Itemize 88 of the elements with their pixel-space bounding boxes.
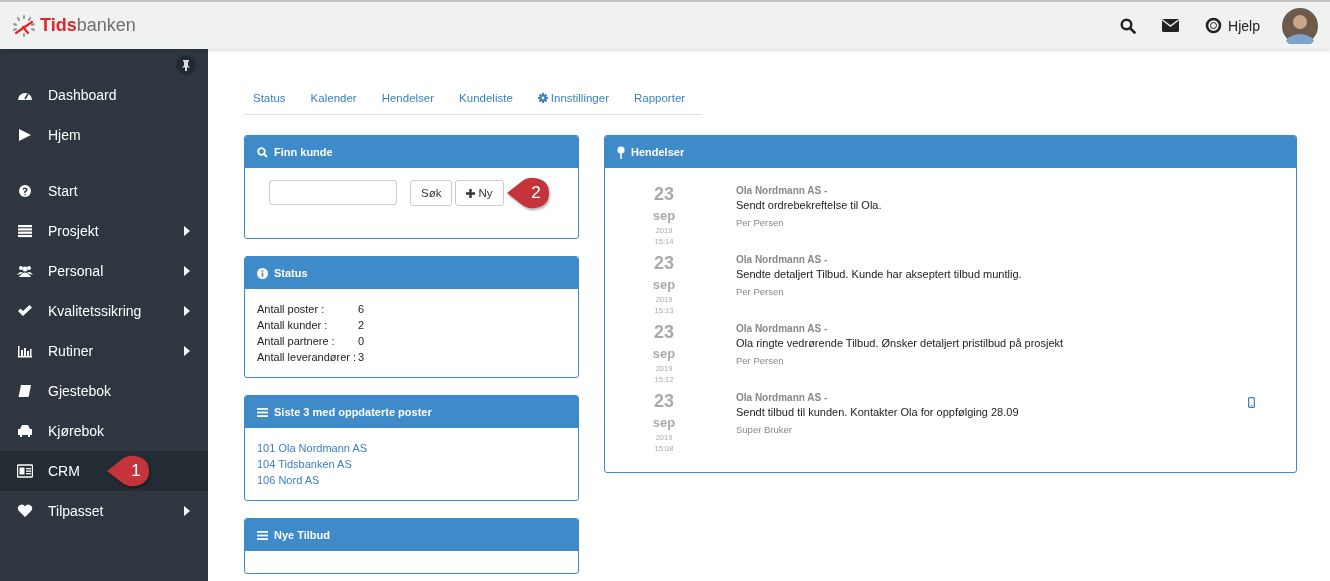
event-customer: Ola Nordmann AS -	[736, 253, 829, 266]
gear-icon	[537, 93, 548, 103]
panel-header: Finn kunde	[245, 136, 578, 168]
panel-header: Siste 3 med oppdaterte poster	[245, 396, 578, 428]
sidebar-item[interactable]: Kjørebok	[0, 411, 208, 451]
sidebar-item[interactable]: Prosjekt	[0, 211, 208, 251]
customer-link[interactable]: 101 Ola Nordmann AS	[257, 440, 566, 456]
event-message: Sendte detaljert Tilbud. Kunde har akseptert tilbud muntlig.	[736, 267, 1023, 282]
event-month: sep	[652, 276, 676, 294]
stat-value: 0	[358, 334, 365, 349]
event-customer: Ola Nordmann AS -	[736, 322, 829, 335]
sidebar-item[interactable]: Start	[0, 171, 208, 211]
event-message: Ola ringte vedrørende Tilbud. Ønsker detaljert pristilbud på prosjekt	[736, 336, 1065, 351]
event-month: sep	[652, 345, 676, 363]
list-icon	[17, 224, 33, 238]
sidebar-item[interactable]: Personal	[0, 251, 208, 291]
sidebar-item[interactable]: Dashboard	[0, 75, 208, 115]
caret-icon	[184, 226, 190, 236]
event-user: Per Persen	[736, 216, 785, 230]
heart-icon	[17, 504, 33, 518]
panel-header: Nye Tilbud	[245, 519, 578, 551]
customer-link[interactable]: 104 Tidsbanken AS	[257, 456, 566, 472]
stat-value: 2	[358, 318, 365, 333]
search-field[interactable]	[269, 180, 397, 205]
event-message: Sendt ordrebekreftelse til Ola.	[736, 198, 883, 213]
car-icon	[17, 424, 33, 438]
new-button[interactable]: Ny	[455, 180, 504, 206]
event-user: Super Bruker	[736, 423, 793, 437]
event-customer: Ola Nordmann AS -	[736, 184, 829, 197]
sidebar-item[interactable]: Tilpasset	[0, 491, 208, 531]
check-icon	[17, 304, 33, 318]
event-day: 23	[654, 184, 674, 204]
event-month: sep	[652, 207, 676, 225]
search-icon	[257, 146, 268, 158]
stat-label: Antall leverandører :	[257, 350, 358, 365]
caret-icon	[184, 346, 190, 356]
chart-icon	[17, 344, 33, 358]
event-day: 23	[654, 391, 674, 411]
callout-badge: 2	[505, 177, 551, 209]
sidebar-item[interactable]: Gjestebok	[0, 371, 208, 411]
stat-label: Antall kunder :	[257, 318, 329, 333]
brand-logo[interactable]: Tidsbanken	[40, 15, 136, 36]
event-day: 23	[654, 322, 674, 342]
tab[interactable]: Innstillinger	[528, 83, 609, 104]
mail-icon[interactable]	[1162, 19, 1180, 32]
menu-icon	[257, 530, 268, 540]
stat-value: 6	[358, 302, 365, 317]
pin-icon	[617, 145, 625, 159]
event-user: Per Persen	[736, 354, 785, 368]
caret-icon	[184, 266, 190, 276]
question-icon	[17, 184, 33, 198]
panel-header: Hendelser	[605, 136, 1296, 168]
event-customer: Ola Nordmann AS -	[736, 391, 829, 404]
tab[interactable]: Hendelser	[372, 83, 435, 104]
info-icon	[257, 267, 268, 279]
caret-icon	[184, 506, 190, 516]
stat-label: Antall partnere :	[257, 334, 336, 349]
event-month: sep	[652, 414, 676, 432]
clock-logo-icon	[12, 14, 36, 37]
stat-value: 3	[358, 350, 365, 365]
sidebar-item[interactable]: Hjem	[0, 115, 208, 155]
pin-icon[interactable]	[176, 55, 196, 75]
card-icon	[17, 464, 33, 478]
tab[interactable]: Rapporter	[624, 83, 686, 104]
event-message: Sendt tilbud til kunden. Kontakter Ola for oppfølging 28.09	[736, 405, 1020, 420]
sidebar-item[interactable]: Kvalitetssikring	[0, 291, 208, 331]
callout-badge: 1	[105, 455, 151, 487]
menu-icon	[257, 407, 268, 417]
search-icon[interactable]	[1120, 17, 1137, 34]
event-user: Per Persen	[736, 285, 785, 299]
panel-header: Status	[245, 257, 578, 289]
plus-icon	[466, 188, 476, 198]
help-button[interactable]: Hjelp	[1205, 17, 1260, 34]
sidebar-item[interactable]: CRM 1	[0, 451, 208, 491]
event-day: 23	[654, 253, 674, 273]
search-button[interactable]: Søk	[410, 180, 453, 206]
avatar[interactable]	[1282, 7, 1318, 44]
lifebuoy-icon	[1205, 17, 1223, 34]
stat-label: Antall poster :	[257, 302, 326, 317]
tab[interactable]: Status	[244, 83, 286, 104]
play-icon	[17, 128, 33, 142]
book-icon	[17, 384, 33, 398]
customer-link[interactable]: 106 Nord AS	[257, 472, 566, 488]
caret-icon	[184, 306, 190, 316]
sidebar-item[interactable]: Rutiner	[0, 331, 208, 371]
users-icon	[17, 264, 33, 278]
tab[interactable]: Kalender	[301, 83, 357, 104]
tab[interactable]: Kundeliste	[450, 83, 513, 104]
